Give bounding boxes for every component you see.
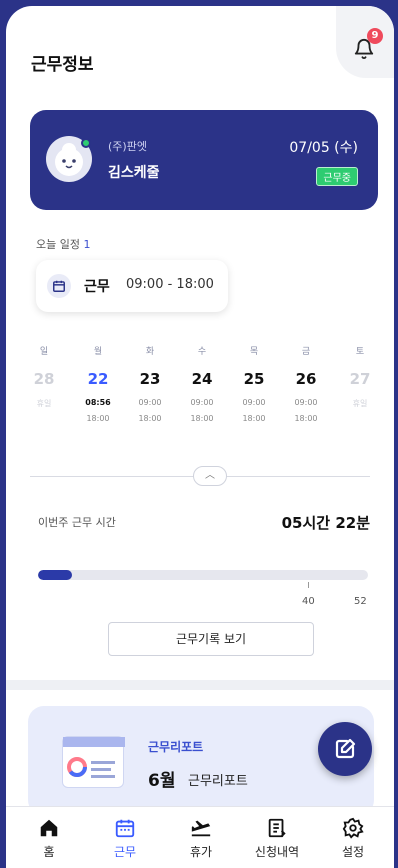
- calendar-icon: [53, 280, 65, 292]
- nav-item-requests[interactable]: 신청내역: [242, 807, 312, 868]
- gear-icon: [342, 817, 364, 839]
- work-hours-progress-fill: [38, 570, 73, 580]
- plane-icon: [191, 820, 211, 837]
- work-hours-progress: [38, 570, 368, 580]
- profile-card: (주)판엣 김스케줄 07/05 (수) 근무중: [30, 110, 378, 210]
- schedule-type: 근무: [84, 279, 110, 295]
- employee-name: 김스케줄: [108, 165, 160, 181]
- week-hours-label: 이번주 근무 시간: [38, 516, 116, 529]
- day-column[interactable]: 일 28 휴일: [24, 344, 64, 426]
- nav-item-home[interactable]: 홈: [14, 807, 84, 868]
- progress-tick-52: 52: [354, 596, 367, 607]
- status-badge: 근무중: [316, 167, 358, 186]
- progress-tick-40: 40: [302, 596, 315, 607]
- today-schedule-card[interactable]: 근무 09:00 - 18:00: [36, 260, 228, 312]
- company-name: (주)판엣: [108, 140, 147, 153]
- edit-request-fab[interactable]: [318, 722, 372, 776]
- report-month: 6월: [148, 771, 176, 791]
- edit-icon: [335, 738, 356, 759]
- current-date: 07/05 (수): [289, 140, 358, 156]
- notification-badge: 9: [367, 28, 383, 44]
- nav-item-settings[interactable]: 설정: [318, 807, 388, 868]
- header: 근무정보 9: [6, 6, 394, 106]
- page-title: 근무정보: [31, 55, 94, 75]
- bottom-navigation: 홈 근무 휴가 신청내역 설정: [6, 806, 394, 868]
- notification-button[interactable]: 9: [336, 6, 394, 78]
- chevron-up-icon: ︿: [205, 470, 215, 481]
- document-icon: [268, 818, 286, 838]
- day-column[interactable]: 토 27 휴일: [340, 344, 380, 426]
- home-icon: [40, 819, 58, 837]
- nav-item-vacation[interactable]: 휴가: [166, 807, 236, 868]
- day-column[interactable]: 수 24 09:00 18:00: [182, 344, 222, 426]
- day-column[interactable]: 목 25 09:00 18:00: [234, 344, 274, 426]
- day-column[interactable]: 금 26 09:00 18:00: [286, 344, 326, 426]
- today-schedule-count: 1: [83, 238, 91, 251]
- schedule-time: 09:00 - 18:00: [126, 277, 214, 292]
- app-screen: 근무정보 9 (주)판엣 김스케줄 07/05 (수) 근무중 오늘 일정 1: [6, 6, 394, 868]
- day-column[interactable]: 월 22 08:56 18:00: [78, 344, 118, 426]
- online-status-dot: [81, 138, 91, 148]
- report-illustration: [62, 736, 125, 788]
- today-schedule-label: 오늘 일정 1: [36, 238, 91, 251]
- view-work-record-button[interactable]: 근무기록 보기: [108, 622, 314, 656]
- calendar-icon: [115, 819, 135, 838]
- report-title: 근무리포트: [148, 740, 204, 754]
- section-separator: [6, 680, 394, 690]
- day-column[interactable]: 화 23 09:00 18:00: [130, 344, 170, 426]
- progress-marker-40: [308, 582, 309, 588]
- nav-item-work[interactable]: 근무: [90, 807, 160, 868]
- schedule-calendar-chip: [47, 274, 71, 298]
- report-subtitle: 근무리포트: [188, 774, 248, 789]
- week-hours-value: 05시간 22분: [281, 514, 370, 532]
- collapse-button[interactable]: ︿: [193, 466, 227, 486]
